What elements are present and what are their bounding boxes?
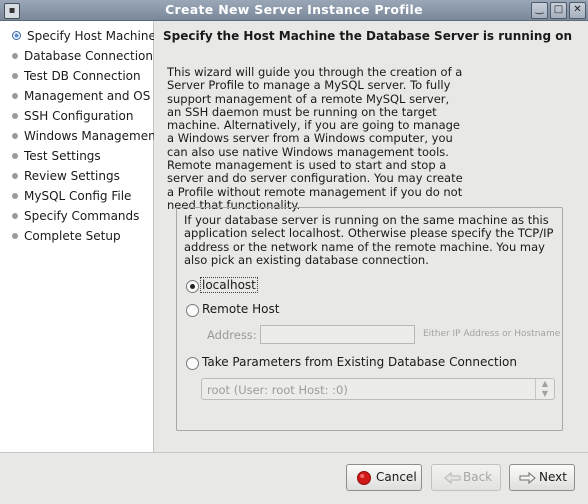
cancel-label: Cancel (376, 470, 417, 484)
address-label: Address: (207, 328, 257, 342)
bullet-icon (12, 112, 18, 119)
address-input[interactable] (260, 325, 415, 344)
address-hint: Either IP Address or Hostname (423, 329, 561, 339)
cancel-icon (357, 471, 371, 485)
step-management-and-os: Management and OS (12, 87, 150, 105)
cancel-button[interactable]: Cancel (346, 464, 422, 491)
existing-connection-radio[interactable] (186, 357, 199, 370)
bullet-icon (12, 72, 18, 79)
step-label: Specify Commands (24, 209, 140, 223)
group-description: If your database server is running on th… (184, 213, 554, 267)
step-specify-commands: Specify Commands (12, 207, 139, 225)
footer-divider (0, 452, 588, 453)
bullet-icon (12, 172, 18, 179)
bullet-icon (12, 132, 18, 139)
step-label: Database Connection (24, 49, 153, 63)
bullet-icon (12, 52, 18, 59)
host-selection-group: If your database server is running on th… (176, 207, 563, 431)
step-mysql-config-file: MySQL Config File (12, 187, 131, 205)
current-step-icon (12, 31, 21, 40)
bullet-icon (12, 92, 18, 99)
bullet-icon (12, 212, 18, 219)
existing-connection-label[interactable]: Take Parameters from Existing Database C… (202, 355, 517, 369)
back-label: Back (463, 470, 493, 484)
step-ssh-configuration: SSH Configuration (12, 107, 133, 125)
step-specify-host-machine: Specify Host Machine (12, 27, 156, 45)
localhost-radio[interactable] (186, 280, 199, 293)
step-label: Complete Setup (24, 229, 121, 243)
wizard-steps-sidebar: Specify Host Machine Database Connection… (0, 21, 160, 452)
step-review-settings: Review Settings (12, 167, 120, 185)
step-test-db-connection: Test DB Connection (12, 67, 141, 85)
maximize-button[interactable]: □ (550, 2, 567, 19)
step-windows-management: Windows Management (12, 127, 160, 145)
next-label: Next (539, 470, 567, 484)
window-title: Create New Server Instance Profile (165, 2, 423, 17)
step-label: MySQL Config File (24, 189, 132, 203)
connection-select-value: root (User: root Host: :0) (207, 383, 348, 397)
remote-host-radio[interactable] (186, 304, 199, 317)
step-label: Review Settings (24, 169, 120, 183)
step-database-connection: Database Connection (12, 47, 153, 65)
bullet-icon (12, 192, 18, 199)
intro-text: This wizard will guide you through the c… (167, 65, 463, 212)
step-label: Specify Host Machine (27, 29, 156, 43)
back-button[interactable]: Back (431, 464, 501, 491)
connection-select[interactable]: root (User: root Host: :0) ▲ ▼ (201, 378, 555, 400)
page-title: Specify the Host Machine the Database Se… (163, 29, 573, 43)
next-arrow-icon (519, 471, 536, 485)
step-label: Test Settings (24, 149, 101, 163)
updown-arrows-icon: ▲ ▼ (535, 379, 554, 399)
step-label: Windows Management (24, 129, 161, 143)
step-label: Test DB Connection (24, 69, 141, 83)
close-button[interactable]: ✕ (569, 2, 586, 19)
back-arrow-icon (444, 471, 461, 485)
step-label: Management and OS (24, 89, 151, 103)
step-label: SSH Configuration (24, 109, 134, 123)
localhost-label[interactable]: localhost (200, 277, 258, 293)
title-bar: ▪ Create New Server Instance Profile ‿ □… (0, 0, 588, 21)
wizard-page: Specify the Host Machine the Database Se… (154, 21, 588, 452)
step-complete-setup: Complete Setup (12, 227, 121, 245)
step-test-settings: Test Settings (12, 147, 101, 165)
remote-host-label[interactable]: Remote Host (202, 302, 279, 316)
bullet-icon (12, 152, 18, 159)
next-button[interactable]: Next (509, 464, 575, 491)
bullet-icon (12, 232, 18, 239)
minimize-button[interactable]: ‿ (531, 2, 548, 19)
